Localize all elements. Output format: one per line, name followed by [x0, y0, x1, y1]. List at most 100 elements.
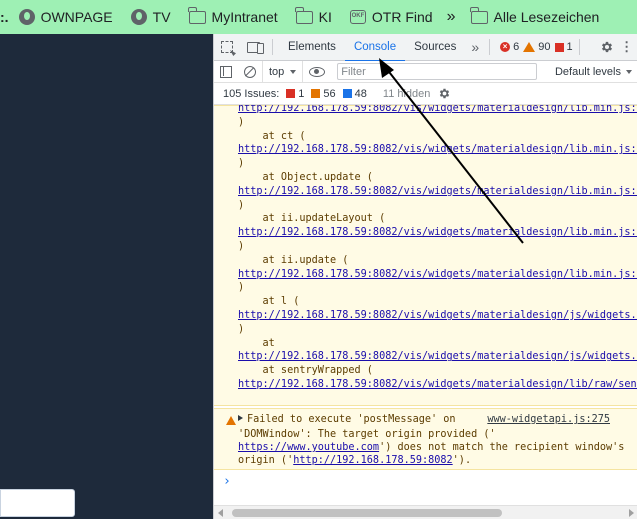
error-flag-icon [286, 89, 296, 98]
stack-text-line: ) [238, 116, 245, 128]
console-log: http://192.168.178.59:8082/vis/widgets/m… [214, 105, 637, 505]
bookmark-label: MyIntranet [211, 9, 278, 25]
chevron-down-icon [290, 69, 297, 74]
devtools-panel: Elements Console Sources » × 6 90 1 ⋮ to… [213, 34, 637, 519]
stack-source-link[interactable]: http://192.168.178.59:8082/vis/widgets/m… [238, 378, 637, 391]
console-prompt[interactable]: › [223, 474, 231, 489]
stack-source-link[interactable]: http://192.168.178.59:8082/vis/widgets/m… [238, 143, 637, 156]
tab-console[interactable]: Console [344, 34, 406, 62]
console-toolbar: top Default levels [214, 60, 637, 83]
folder-icon [295, 6, 313, 24]
youtube-link[interactable]: https://www.youtube.com [238, 442, 379, 453]
stack-text-line: at [238, 337, 275, 349]
stack-text-line: at ii.updateLayout ( [238, 213, 386, 225]
divider [272, 39, 273, 55]
issues-info-count: 48 [354, 87, 367, 100]
okf-icon: OKF [349, 10, 366, 24]
bookmark-label: OWNPAGE [40, 9, 113, 25]
bookmark-label: TV [152, 9, 171, 25]
device-toolbar-button[interactable] [240, 34, 266, 60]
origin-link[interactable]: http://192.168.178.59:8082 [293, 455, 452, 466]
tab-elements[interactable]: Elements [279, 34, 345, 61]
stack-text-line: ) [238, 158, 245, 170]
expand-triangle-icon[interactable] [238, 415, 243, 421]
clear-console-button[interactable] [238, 61, 262, 83]
horizontal-scrollbar[interactable] [214, 505, 637, 519]
sidebar-icon [220, 65, 232, 78]
bookmark-all-bookmarks[interactable]: Alle Lesezeichen [469, 6, 600, 25]
warning-counter[interactable]: 90 [523, 41, 551, 53]
gear-icon [601, 41, 612, 53]
stack-text-line: at sentryWrapped ( [238, 365, 373, 377]
scrollbar-thumb[interactable] [232, 509, 502, 517]
bookmarks-overflow-button[interactable]: » [447, 8, 456, 26]
info-flag-icon [342, 89, 352, 98]
scroll-right-arrow-icon[interactable] [629, 509, 634, 517]
inspect-element-button[interactable] [214, 34, 240, 60]
scroll-left-arrow-icon[interactable] [218, 509, 223, 517]
bookmark-ownpage[interactable]: OWNPAGE [18, 9, 113, 25]
issues-error-badge[interactable]: 1 [286, 88, 304, 100]
stack-source-link[interactable]: http://192.168.178.59:8082/vis/widgets/m… [238, 268, 637, 281]
warning-source-link[interactable]: www-widgetapi.js:275 [487, 414, 610, 425]
bookmark-otr-find[interactable]: OKF OTR Find [349, 9, 433, 25]
stack-text-line: ) [238, 323, 245, 335]
error-counter[interactable]: × 6 [500, 41, 519, 53]
stack-source-link[interactable]: http://192.168.178.59:8082/vis/widgets/m… [238, 105, 637, 115]
gear-icon[interactable] [438, 87, 451, 100]
stack-text-line: at l ( [238, 296, 300, 308]
bookmark-ki[interactable]: KI [295, 6, 332, 25]
warning-text-line: origin ('http://192.168.178.59:8082'). [238, 455, 472, 466]
issues-hidden-count: 11 hidden [382, 87, 431, 100]
more-tabs-button[interactable]: » [465, 39, 483, 55]
warning-count: 90 [538, 41, 551, 53]
filter-input[interactable] [337, 63, 538, 80]
stack-text-line: at Object.update ( [238, 172, 373, 183]
bookmark-overflow-left[interactable]: :. [0, 9, 9, 25]
stack-source-link[interactable]: http://192.168.178.59:8082/vis/widgets/m… [238, 309, 637, 322]
inspect-icon [221, 41, 233, 53]
stack-source-link[interactable]: http://192.168.178.59:8082/vis/widgets/m… [238, 226, 637, 239]
issues-bar: 105 Issues: 1 56 48 11 hidden [214, 83, 637, 105]
issues-error-count: 1 [298, 87, 305, 100]
bookmark-label: Alle Lesezeichen [493, 9, 600, 25]
divider [578, 39, 580, 55]
issues-warning-badge[interactable]: 56 [311, 88, 336, 100]
stack-source-link[interactable]: http://192.168.178.59:8082/vis/widgets/m… [238, 185, 637, 198]
console-message-stacktrace: http://192.168.178.59:8082/vis/widgets/m… [214, 105, 637, 406]
stack-text-line: ) [238, 241, 245, 252]
globe-icon [130, 9, 147, 25]
bookmark-label: KI [318, 9, 332, 25]
warning-text-line: 'DOMWindow': The target origin provided … [238, 429, 496, 440]
more-options-button[interactable]: ⋮ [620, 39, 634, 55]
message-count: 1 [566, 41, 573, 53]
tab-sources[interactable]: Sources [405, 34, 465, 61]
bookmark-myintranet[interactable]: MyIntranet [187, 6, 278, 25]
warning-icon [523, 42, 536, 52]
issues-info-badge[interactable]: 48 [342, 87, 367, 100]
warning-icon [226, 416, 236, 425]
devtools-tabbar: Elements Console Sources » × 6 90 1 ⋮ [214, 34, 637, 62]
stack-text-line: ) [238, 199, 245, 211]
context-selector[interactable]: top [262, 60, 304, 83]
message-icon [554, 42, 564, 52]
log-levels-dropdown[interactable]: Default levels [555, 66, 637, 78]
warning-text-line[interactable]: Failed to execute 'postMessage' on [238, 413, 456, 426]
bookmarks-bar: :. OWNPAGE TV MyIntranet KI OKF OTR Find… [0, 0, 637, 34]
console-sidebar-button[interactable] [214, 61, 238, 83]
levels-label: Default levels [554, 65, 621, 78]
stack-source-link[interactable]: http://192.168.178.59:8082/vis/widgets/m… [238, 350, 637, 363]
page-input-box[interactable] [0, 489, 75, 517]
stack-text-line: ) [238, 282, 245, 294]
eye-icon[interactable] [309, 66, 326, 77]
clear-icon [244, 65, 256, 78]
bookmark-label: OTR Find [371, 9, 433, 25]
warning-text-line: https://www.youtube.com') does not match… [238, 442, 625, 453]
console-message-warning: Failed to execute 'postMessage' on www-w… [214, 408, 637, 470]
stack-text-line: at ii.update ( [238, 254, 349, 266]
message-counter[interactable]: 1 [554, 41, 573, 53]
settings-button[interactable] [594, 34, 620, 60]
device-icon [246, 41, 264, 54]
warning-flag-icon [311, 89, 321, 98]
bookmark-tv[interactable]: TV [130, 9, 171, 25]
